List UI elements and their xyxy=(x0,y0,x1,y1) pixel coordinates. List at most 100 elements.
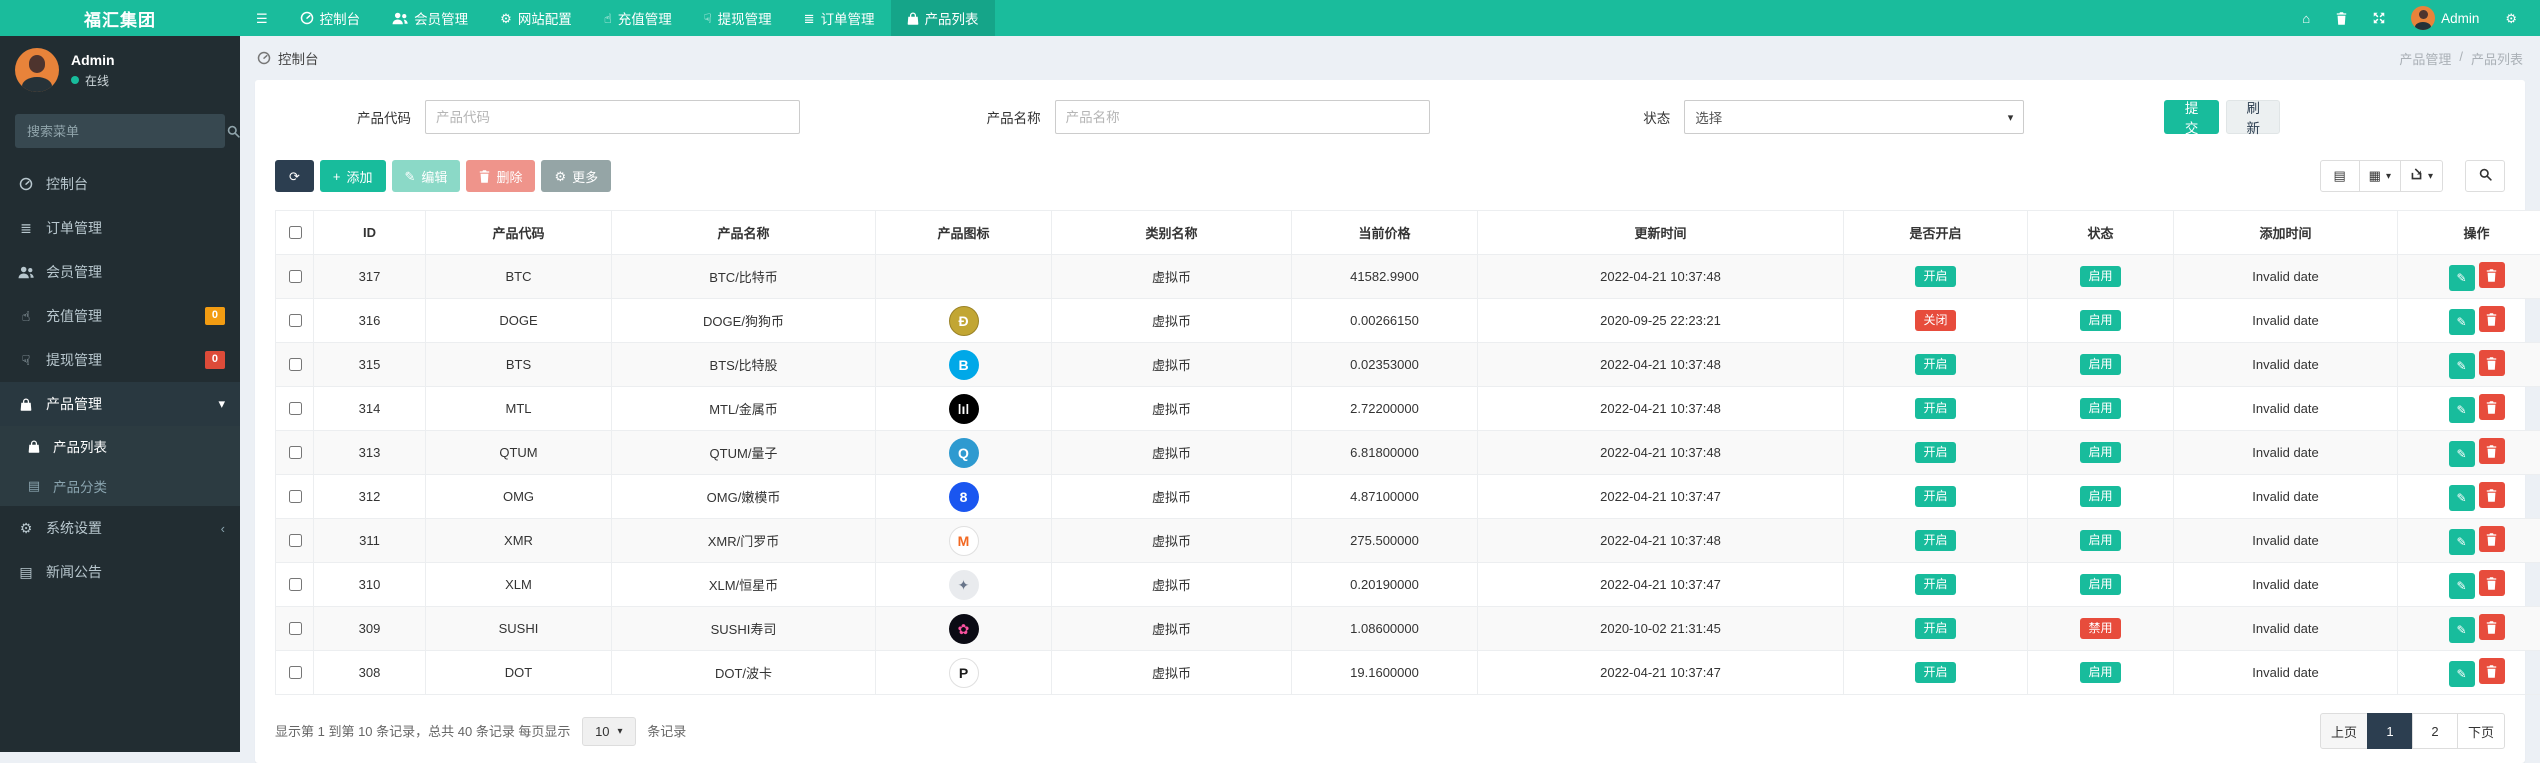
refresh-button[interactable]: 刷新 xyxy=(2226,100,2280,134)
sidebar-subitem-2[interactable]: ▤产品分类 xyxy=(0,466,240,506)
sidebar-search-input[interactable] xyxy=(15,124,215,139)
columns-toggle-button[interactable]: ▦▾ xyxy=(2359,160,2401,192)
edit-button[interactable]: ✎编辑 xyxy=(392,160,461,192)
row-edit-button[interactable]: ✎ xyxy=(2449,353,2475,379)
submit-button[interactable]: 提交 xyxy=(2164,100,2220,134)
row-delete-button[interactable] xyxy=(2479,438,2505,464)
product-name-input[interactable] xyxy=(1055,100,1430,134)
sidebar-item-3[interactable]: 会员管理 xyxy=(0,250,240,294)
status-badge: 启用 xyxy=(2080,530,2120,551)
brand-logo[interactable]: 福汇集团 xyxy=(0,0,240,36)
column-header-10[interactable]: 添加时间 xyxy=(2174,211,2398,255)
column-header-8[interactable]: 是否开启 xyxy=(1844,211,2028,255)
row-edit-button[interactable]: ✎ xyxy=(2449,617,2475,643)
top-nav-item-5[interactable]: ☟提现管理 xyxy=(688,0,788,36)
dashboard-icon xyxy=(15,177,37,191)
cell-open: 关闭 xyxy=(1844,299,2028,343)
column-header-6[interactable]: 当前价格 xyxy=(1292,211,1478,255)
open-badge: 开启 xyxy=(1915,354,1955,375)
row-delete-button[interactable] xyxy=(2479,570,2505,596)
row-delete-button[interactable] xyxy=(2479,350,2505,376)
row-edit-button[interactable]: ✎ xyxy=(2449,265,2475,291)
top-nav-item-6[interactable]: ≣订单管理 xyxy=(788,0,891,36)
row-delete-button[interactable] xyxy=(2479,614,2505,640)
add-button[interactable]: +添加 xyxy=(320,160,386,192)
row-checkbox[interactable] xyxy=(289,358,302,371)
sidebar-item-label: 提现管理 xyxy=(46,350,102,370)
pagination-page-2[interactable]: 2 xyxy=(2412,713,2458,749)
row-select-cell xyxy=(276,255,314,299)
sidebar-item-7[interactable]: ⚙系统设置‹ xyxy=(0,506,240,550)
row-edit-button[interactable]: ✎ xyxy=(2449,529,2475,555)
column-header-11[interactable]: 操作 xyxy=(2398,211,2540,255)
row-delete-button[interactable] xyxy=(2479,394,2505,420)
more-button[interactable]: ⚙更多 xyxy=(541,160,611,192)
home-button[interactable]: ⌂ xyxy=(2289,0,2323,36)
row-edit-button[interactable]: ✎ xyxy=(2449,485,2475,511)
expand-button[interactable] xyxy=(2360,0,2398,36)
sidebar-item-1[interactable]: 控制台 xyxy=(0,162,240,206)
cell-added: Invalid date xyxy=(2174,475,2398,519)
select-all-checkbox[interactable] xyxy=(289,226,302,239)
row-checkbox[interactable] xyxy=(289,402,302,415)
sidebar-subitem-1[interactable]: 产品列表 xyxy=(0,426,240,466)
sidebar-item-6[interactable]: 产品管理▾ xyxy=(0,382,240,426)
row-delete-button[interactable] xyxy=(2479,262,2505,288)
sidebar-item-2[interactable]: ≣订单管理 xyxy=(0,206,240,250)
pagination-page-1[interactable]: 1 xyxy=(2367,713,2413,749)
top-nav-item-7[interactable]: 产品列表 xyxy=(891,0,995,36)
row-edit-button[interactable]: ✎ xyxy=(2449,573,2475,599)
column-header-1[interactable]: ID xyxy=(314,211,426,255)
row-delete-button[interactable] xyxy=(2479,658,2505,684)
trash-button[interactable] xyxy=(2323,0,2360,36)
avatar xyxy=(15,48,59,92)
row-checkbox[interactable] xyxy=(289,446,302,459)
sidebar-item-5[interactable]: ☟提现管理0 xyxy=(0,338,240,382)
cell-price: 4.87100000 xyxy=(1292,475,1478,519)
row-checkbox[interactable] xyxy=(289,270,302,283)
top-nav-item-1[interactable]: 控制台 xyxy=(284,0,377,36)
row-delete-button[interactable] xyxy=(2479,306,2505,332)
table-search-button[interactable] xyxy=(2465,160,2505,192)
column-header-2[interactable]: 产品代码 xyxy=(426,211,612,255)
cell-name: QTUM/量子 xyxy=(612,431,876,475)
row-checkbox[interactable] xyxy=(289,578,302,591)
row-edit-button[interactable]: ✎ xyxy=(2449,309,2475,335)
row-checkbox[interactable] xyxy=(289,490,302,503)
row-checkbox[interactable] xyxy=(289,534,302,547)
sidebar-item-8[interactable]: ▤新闻公告 xyxy=(0,550,240,594)
reload-table-button[interactable]: ⟳ xyxy=(275,160,314,192)
row-edit-button[interactable]: ✎ xyxy=(2449,441,2475,467)
status-select[interactable]: 选择 ▾ xyxy=(1684,100,2024,134)
column-header-9[interactable]: 状态 xyxy=(2028,211,2174,255)
row-delete-button[interactable] xyxy=(2479,482,2505,508)
page-size-select[interactable]: 10▾ xyxy=(582,717,636,746)
row-checkbox[interactable] xyxy=(289,666,302,679)
row-edit-button[interactable]: ✎ xyxy=(2449,397,2475,423)
sidebar-item-4[interactable]: ☝充值管理0 xyxy=(0,294,240,338)
row-checkbox[interactable] xyxy=(289,622,302,635)
row-checkbox[interactable] xyxy=(289,314,302,327)
column-header-7[interactable]: 更新时间 xyxy=(1478,211,1844,255)
detail-view-button[interactable]: ▤ xyxy=(2320,160,2360,192)
sidebar-item-label: 产品管理 xyxy=(46,394,102,414)
column-header-3[interactable]: 产品名称 xyxy=(612,211,876,255)
breadcrumb-item-parent[interactable]: 产品管理 xyxy=(2399,49,2451,68)
pagination-prev[interactable]: 上页 xyxy=(2320,713,2368,749)
delete-button[interactable]: 删除 xyxy=(466,160,535,192)
product-code-input[interactable] xyxy=(425,100,800,134)
top-nav-item-4[interactable]: ☝充值管理 xyxy=(588,0,688,36)
pagination-next[interactable]: 下页 xyxy=(2457,713,2505,749)
top-nav-item-2[interactable]: 会员管理 xyxy=(376,0,484,36)
user-menu[interactable]: Admin xyxy=(2398,0,2492,36)
row-delete-button[interactable] xyxy=(2479,526,2505,552)
top-nav-item-3[interactable]: ⚙网站配置 xyxy=(484,0,588,36)
column-header-5[interactable]: 类别名称 xyxy=(1052,211,1292,255)
export-button[interactable]: ▾ xyxy=(2400,160,2443,192)
menu-toggle-button[interactable]: ☰ xyxy=(240,0,284,36)
row-select-cell xyxy=(276,475,314,519)
toolbar-view-controls: ▤ ▦▾ ▾ xyxy=(2320,160,2505,192)
settings-button[interactable]: ⚙ xyxy=(2492,0,2530,36)
row-edit-button[interactable]: ✎ xyxy=(2449,661,2475,687)
column-header-4[interactable]: 产品图标 xyxy=(876,211,1052,255)
